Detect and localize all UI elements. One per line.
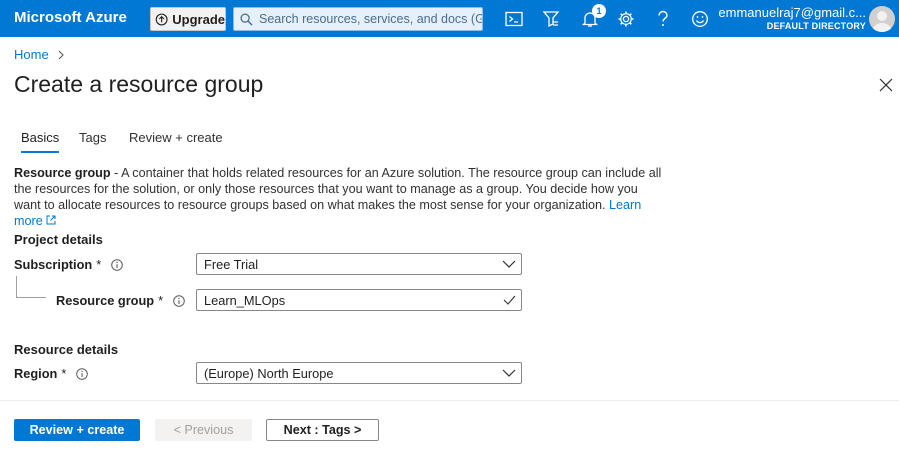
chevron-down-icon	[497, 369, 521, 377]
chevron-right-icon	[57, 50, 65, 60]
tab-tags[interactable]: Tags	[79, 130, 106, 151]
cloud-shell-icon[interactable]	[503, 8, 525, 30]
region-label-text: Region	[14, 366, 58, 381]
next-tags-button[interactable]: Next : Tags >	[266, 419, 379, 441]
review-create-button[interactable]: Review + create	[14, 419, 140, 441]
info-icon[interactable]	[111, 258, 124, 271]
region-value: (Europe) North Europe	[204, 365, 334, 381]
close-icon[interactable]	[878, 77, 894, 93]
checkmark-icon	[497, 295, 521, 305]
previous-button[interactable]: < Previous	[155, 419, 252, 441]
subscription-label-text: Subscription	[14, 257, 93, 272]
subscription-dropdown[interactable]: Free Trial	[196, 253, 522, 275]
avatar[interactable]	[869, 6, 895, 32]
search-placeholder: Search resources, services, and docs (G+…	[259, 12, 482, 26]
resource-group-label-text: Resource group	[56, 293, 155, 308]
required-marker: *	[158, 293, 164, 308]
upgrade-button[interactable]: Upgrade	[150, 7, 226, 31]
search-icon	[240, 12, 253, 26]
tree-connector-horizontal	[16, 297, 46, 298]
tree-connector-vertical	[16, 276, 17, 298]
project-details-heading: Project details	[14, 232, 103, 247]
footer-divider	[0, 400, 899, 401]
brand-name[interactable]: Microsoft Azure	[14, 9, 127, 26]
notifications-icon[interactable]: 1	[579, 4, 606, 30]
global-search-input[interactable]: Search resources, services, and docs (G+…	[233, 7, 483, 31]
description-body: - A container that holds related resourc…	[14, 166, 662, 212]
info-icon[interactable]	[173, 294, 185, 307]
notification-badge: 1	[592, 4, 606, 18]
info-icon[interactable]	[76, 367, 89, 380]
resource-details-heading: Resource details	[14, 342, 119, 357]
required-marker: *	[96, 257, 102, 272]
help-icon[interactable]	[652, 8, 674, 30]
resource-group-input[interactable]: Learn_MLOps	[196, 289, 522, 311]
settings-icon[interactable]	[615, 8, 637, 30]
subscription-label: Subscription *	[14, 257, 124, 272]
required-marker: *	[61, 366, 67, 381]
description-text: Resource group - A container that holds …	[14, 165, 664, 229]
tab-review-create[interactable]: Review + create	[129, 130, 223, 151]
account-email: emmanuelraj7@gmail.c...	[718, 5, 866, 20]
account-menu[interactable]: emmanuelraj7@gmail.c... DEFAULT DIRECTOR…	[718, 5, 866, 31]
top-bar: Microsoft Azure Upgrade Search resources…	[0, 0, 899, 37]
resource-group-value: Learn_MLOps	[204, 292, 286, 308]
breadcrumb: Home	[14, 47, 65, 62]
resource-group-label: Resource group *	[56, 293, 185, 308]
external-link-icon	[46, 215, 56, 225]
region-dropdown[interactable]: (Europe) North Europe	[196, 362, 522, 384]
chevron-down-icon	[497, 260, 521, 268]
description-term: Resource group	[14, 166, 111, 180]
page-title: Create a resource group	[14, 71, 264, 97]
directory-filter-icon[interactable]	[540, 8, 562, 30]
tab-basics[interactable]: Basics	[21, 130, 60, 153]
feedback-icon[interactable]	[689, 8, 711, 30]
region-label: Region *	[14, 366, 89, 381]
user-avatar-icon	[872, 11, 892, 32]
upgrade-label: Upgrade	[172, 11, 225, 27]
subscription-value: Free Trial	[204, 256, 259, 272]
upgrade-arrow-icon	[155, 13, 168, 25]
account-directory: DEFAULT DIRECTORY	[766, 21, 866, 31]
breadcrumb-home-link[interactable]: Home	[14, 47, 49, 62]
